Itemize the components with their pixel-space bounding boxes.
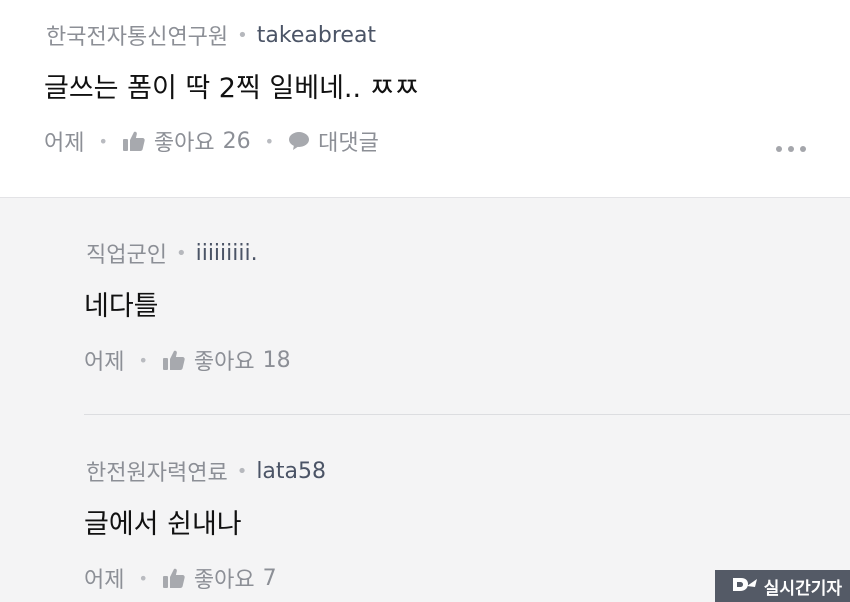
author-username[interactable]: lata58 [256, 459, 326, 484]
separator-dot: • [175, 242, 187, 264]
watermark-text: 실시간기자 [763, 578, 842, 599]
like-count: 18 [262, 347, 291, 373]
comment-time: 어제 [44, 131, 85, 156]
comment-author: 한국전자통신연구원 • takeabreat [46, 19, 376, 51]
comment-text: 글쓰는 폼이 딱 2찍 일베네.. ㅉㅉ [44, 73, 420, 104]
watermark: 실시간기자 [715, 570, 850, 602]
reply-text: 글에서 쉰내나 [84, 509, 242, 540]
author-username[interactable]: iiiiiiiii. [196, 241, 258, 266]
author-username[interactable]: takeabreat [257, 23, 376, 48]
author-affiliation: 한전원자력연료 [86, 461, 228, 486]
separator-dot: • [236, 460, 248, 482]
reply-label: 대댓글 [318, 131, 379, 156]
reply-actions: 어제 • 좋아요 7 [84, 562, 277, 594]
like-count: 7 [262, 565, 277, 591]
like-label: 좋아요 [193, 568, 255, 593]
like-count: 26 [222, 128, 251, 154]
reply-author: 직업군인 • iiiiiiiii. [86, 237, 258, 269]
separator-dot: • [237, 24, 248, 46]
separator-dot: • [264, 131, 275, 151]
reply-author: 한전원자력연료 • lata58 [86, 455, 326, 487]
thumbs-up-icon [122, 130, 146, 152]
separator-dot: • [98, 131, 108, 151]
separator-dot: • [138, 350, 148, 370]
more-dots-icon[interactable] [776, 146, 806, 152]
thumbs-up-icon [162, 349, 186, 371]
like-button[interactable]: 좋아요 26 [122, 125, 251, 157]
reply-text: 네다틀 [84, 291, 159, 322]
divider [84, 414, 850, 415]
comment-time: 어제 [84, 568, 125, 593]
reply-actions: 어제 • 좋아요 18 [84, 344, 291, 376]
logo-icon [731, 574, 759, 599]
like-button[interactable]: 좋아요 7 [162, 562, 277, 594]
like-label: 좋아요 [153, 131, 215, 156]
top-comment: 한국전자통신연구원 • takeabreat 글쓰는 폼이 딱 2찍 일베네..… [0, 0, 850, 198]
speech-bubble-icon [288, 131, 310, 151]
reply-button[interactable]: 대댓글 [288, 125, 379, 157]
separator-dot: • [138, 568, 148, 588]
comment-actions: 어제 • 좋아요 26 • 대댓글 [44, 125, 379, 157]
author-affiliation: 한국전자통신연구원 [46, 25, 229, 50]
comment-time: 어제 [84, 350, 125, 375]
like-button[interactable]: 좋아요 18 [162, 344, 291, 376]
thumbs-up-icon [162, 567, 186, 589]
author-affiliation: 직업군인 [86, 243, 167, 268]
like-label: 좋아요 [193, 350, 255, 375]
